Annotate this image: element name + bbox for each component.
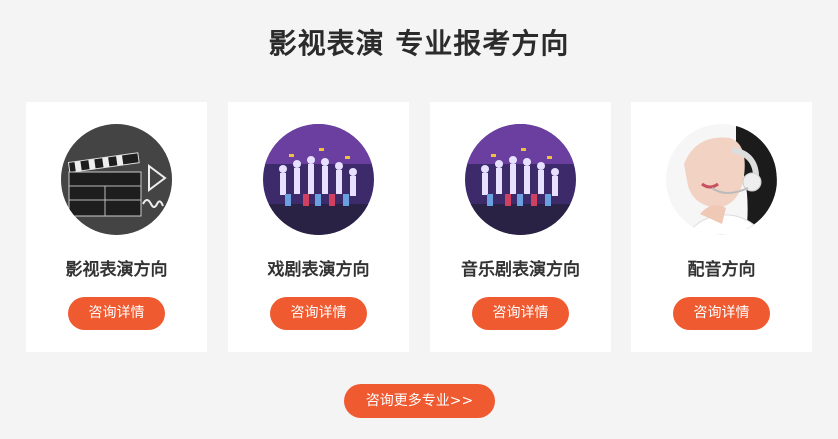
stage-performance-image (263, 124, 374, 235)
consult-details-button[interactable]: 咨询详情 (673, 297, 770, 330)
card-voice-acting: 配音方向 咨询详情 (631, 102, 812, 352)
card-label: 配音方向 (687, 260, 756, 280)
card-musical-acting: 音乐剧表演方向 咨询详情 (430, 102, 611, 352)
card-label: 戏剧表演方向 (267, 260, 370, 280)
card-film-acting: 影视表演方向 咨询详情 (26, 102, 207, 352)
consult-details-button[interactable]: 咨询详情 (270, 297, 367, 330)
clapperboard-image (61, 124, 172, 235)
headset-voice-actor-icon (666, 124, 777, 235)
consult-more-majors-button[interactable]: 咨询更多专业>> (344, 384, 495, 418)
card-label: 音乐剧表演方向 (461, 260, 580, 280)
direction-cards: 影视表演方向 咨询详情 戏剧表演方向 咨询详情 音乐剧表演方向 咨询详情 配音方… (26, 102, 812, 352)
stage-performance-icon (465, 124, 576, 235)
clapperboard-play-icon (61, 124, 172, 235)
card-label: 影视表演方向 (65, 260, 168, 280)
card-drama-acting: 戏剧表演方向 咨询详情 (228, 102, 409, 352)
stage-performance-image (465, 124, 576, 235)
voice-actor-image (666, 124, 777, 235)
consult-details-button[interactable]: 咨询详情 (68, 297, 165, 330)
section-title: 影视表演 专业报考方向 (268, 27, 570, 60)
consult-details-button[interactable]: 咨询详情 (472, 297, 569, 330)
stage-performance-icon (263, 124, 374, 235)
